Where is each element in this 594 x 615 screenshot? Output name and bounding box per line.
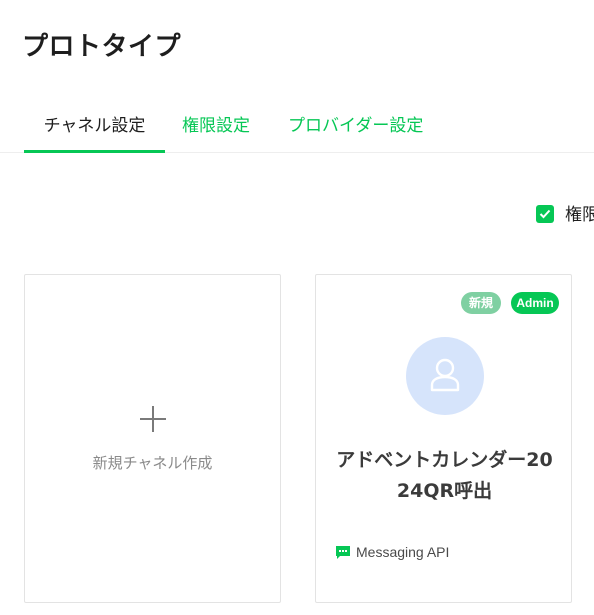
channel-card[interactable]: 新規 Admin アドベントカレンダー2024QR呼出 Messaging AP… — [315, 274, 572, 603]
permission-checkbox[interactable] — [536, 205, 554, 223]
message-icon — [336, 546, 350, 559]
user-icon — [430, 358, 460, 392]
new-channel-card[interactable]: 新規チャネル作成 — [24, 274, 281, 603]
page-title: プロトタイプ — [22, 32, 182, 62]
admin-badge: Admin — [511, 292, 559, 314]
new-channel-label: 新規チャネル作成 — [92, 454, 213, 472]
plus-icon — [140, 406, 166, 432]
api-type-label: Messaging API — [356, 544, 450, 560]
new-badge: 新規 — [461, 292, 501, 314]
tab-permission-settings[interactable]: 権限設定 — [182, 104, 250, 150]
check-icon — [539, 209, 551, 219]
permission-label: 権限 — [565, 205, 594, 225]
tab-provider-settings[interactable]: プロバイダー設定 — [288, 104, 423, 150]
tab-bar: チャネル設定 権限設定 プロバイダー設定 — [0, 104, 594, 153]
avatar — [406, 337, 484, 415]
channel-name: アドベントカレンダー2024QR呼出 — [336, 449, 553, 502]
page: プロトタイプ チャネル設定 権限設定 プロバイダー設定 権限 新規チャネル作成 … — [0, 0, 594, 615]
tab-channel-settings[interactable]: チャネル設定 — [24, 104, 165, 153]
